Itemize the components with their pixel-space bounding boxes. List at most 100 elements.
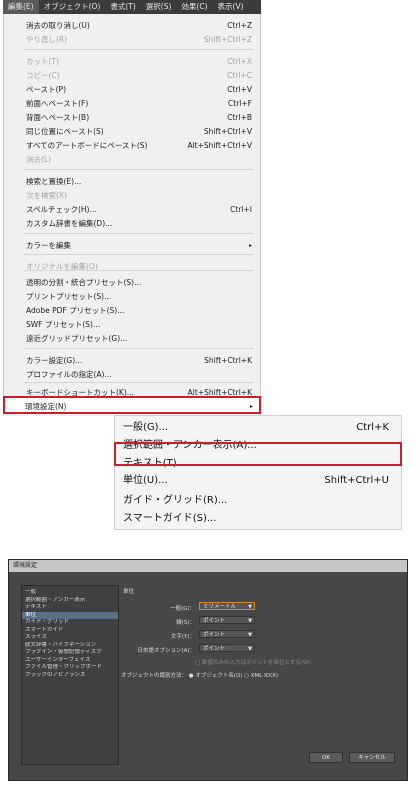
edit-menu-item[interactable]: カラー設定(G)... Shift+Ctrl+K	[26, 354, 252, 367]
stroke-label: 線(S)：	[176, 620, 195, 626]
category-item[interactable]: ファイル管理・クリップボード	[22, 664, 118, 672]
menubar-item[interactable]: 選択(S)	[141, 0, 177, 14]
edit-menu-item[interactable]: スペルチェック(H)... Ctrl+I	[26, 203, 252, 216]
type-unit-select[interactable]: ポイント ▼	[199, 630, 255, 638]
menu-item-label: カット(T)	[26, 57, 59, 66]
menu-item-label: 遠近グリッドプリセット(G)...	[26, 334, 128, 343]
edit-menu-item[interactable]: プリントプリセット(S)...	[26, 290, 252, 303]
edit-menu-item[interactable]: プロファイルの指定(A)...	[26, 368, 252, 381]
menu-separator	[24, 233, 254, 234]
category-item[interactable]: テキスト	[22, 604, 118, 612]
general-unit-select[interactable]: ミリメートル ▼	[199, 602, 255, 610]
menubar-item[interactable]: 編集(E)	[3, 0, 39, 14]
section-title: 単位	[123, 589, 135, 595]
menu-item-label: 環境設定(N)	[25, 402, 67, 411]
edit-menu-item[interactable]: 前面へペースト(F) Ctrl+F	[26, 97, 252, 110]
menu-item-shortcut: Shift+Ctrl+K	[204, 356, 252, 365]
edit-menu-item[interactable]: 同じ位置にペースト(S) Shift+Ctrl+V	[26, 125, 252, 138]
stroke-unit-select[interactable]: ポイント ▼	[199, 616, 255, 624]
radio-icon[interactable]: ○	[244, 673, 249, 679]
chevron-down-icon: ▼	[248, 604, 252, 610]
menu-item-shortcut: Ctrl+C	[227, 71, 252, 80]
menu-separator	[24, 254, 254, 255]
checkbox-label: 数値のみの入力はポイントを単位とする(W)	[201, 660, 311, 666]
cancel-button[interactable]: キャンセル	[349, 752, 395, 763]
menu-separator	[24, 348, 254, 349]
numbers-only-checkbox[interactable]: □ 数値のみの入力はポイントを単位とする(W)	[195, 658, 311, 666]
menu-item-label: プリントプリセット(S)...	[26, 292, 112, 301]
asian-unit-value: ポイント	[203, 646, 226, 652]
submenu-item-label: ガイド・グリッド(R)...	[123, 495, 228, 506]
submenu-item[interactable]: 単位(U)... Shift+Ctrl+U	[123, 472, 389, 489]
radio-selected-icon[interactable]: ●	[189, 673, 194, 679]
edit-menu-item[interactable]: カット(T) Ctrl+X	[26, 55, 252, 68]
dialog-title: 環境設定	[9, 560, 407, 572]
edit-menu-item[interactable]: 消去の取り消し(U) Ctrl+Z	[26, 19, 252, 32]
menu-item-label: やり直し(R)	[26, 35, 68, 44]
asian-unit-select[interactable]: ポイント ▼	[199, 644, 255, 652]
submenu-item[interactable]: 一般(G)... Ctrl+K	[123, 419, 389, 436]
edit-menu-item[interactable]: カラーを編集 ▸	[26, 239, 252, 252]
edit-menu-item[interactable]: 次を検索(X)	[26, 189, 252, 202]
menu-item-label: 同じ位置にペースト(S)	[26, 127, 104, 136]
category-item[interactable]: プラグイン・仮想記憶ディスク	[22, 649, 118, 657]
chevron-down-icon: ▼	[248, 646, 252, 652]
edit-menu-item[interactable]: SWF プリセット(S)...	[26, 318, 252, 331]
menu-item-label: SWF プリセット(S)...	[26, 320, 101, 329]
category-item[interactable]: ブラックのアピアランス	[22, 672, 118, 680]
category-list: 一般 選択範囲・アンカー表示 テキスト 単位 ガイド・グリッド スマートガイド スライス 欧文…	[21, 585, 119, 765]
submenu-item[interactable]: スマートガイド(S)...	[123, 510, 389, 527]
edit-menu-item[interactable]: Adobe PDF プリセット(S)...	[26, 304, 252, 317]
menu-item-shortcut: Shift+Ctrl+V	[203, 127, 252, 136]
category-item[interactable]: ガイド・グリッド	[22, 619, 118, 627]
ok-button[interactable]: OK	[309, 752, 343, 763]
edit-menu-item[interactable]: 透明の分割・統合プリセット(S)...	[26, 276, 252, 289]
menubar-item[interactable]: 表示(V)	[213, 0, 249, 14]
menubar-item[interactable]: 効果(C)	[176, 0, 212, 14]
menu-item-label: 透明の分割・統合プリセット(S)...	[26, 278, 142, 287]
menu-item-label: オリジナルを編集(O)	[26, 262, 98, 271]
category-item[interactable]: 一般	[22, 589, 118, 597]
category-item[interactable]: スライス	[22, 634, 118, 642]
general-label: 一般(G)：	[169, 606, 195, 612]
menu-item-label: すべてのアートボードにペースト(S)	[26, 141, 148, 150]
asian-label: 日本語オプション(A)：	[137, 648, 195, 654]
menubar-item[interactable]: オブジェクト(O)	[39, 0, 106, 14]
edit-menu-item[interactable]: すべてのアートボードにペースト(S) Alt+Shift+Ctrl+V	[26, 139, 252, 152]
menu-item-label: 消去の取り消し(U)	[26, 21, 90, 30]
chevron-right-icon: ▸	[248, 242, 252, 249]
edit-menu-item[interactable]: 検索と置換(E)...	[26, 175, 252, 188]
edit-menu-item[interactable]: コピー(C) Ctrl+C	[26, 69, 252, 82]
menu-item-label: コピー(C)	[26, 71, 60, 80]
menubar-item[interactable]: 書式(T)	[105, 0, 140, 14]
identify-xml-id[interactable]: XML ID(X)	[251, 673, 278, 679]
identify-row: オブジェクトの識別方法： ● オブジェクト名(O) ○ XML ID(X)	[121, 671, 278, 679]
edit-menu-item[interactable]: オリジナルを編集(O)	[26, 260, 252, 273]
submenu-item[interactable]: ガイド・グリッド(R)...	[123, 492, 389, 509]
general-unit-value: ミリメートル	[203, 604, 237, 610]
type-unit-value: ポイント	[203, 632, 226, 638]
category-item[interactable]: 選択範囲・アンカー表示	[22, 597, 118, 605]
edit-menu-item[interactable]: やり直し(R) Shift+Ctrl+Z	[26, 33, 252, 46]
menu-item-label: 検索と置換(E)...	[26, 177, 82, 186]
category-item[interactable]: ユーザーインターフェイス	[22, 657, 118, 665]
menu-item-label: 消去(L)	[26, 155, 52, 164]
category-item[interactable]: 単位	[22, 611, 118, 619]
menu-separator	[24, 169, 254, 170]
menu-item-label: プロファイルの指定(A)...	[26, 370, 112, 379]
category-item[interactable]: スマートガイド	[22, 627, 118, 635]
chevron-down-icon: ▼	[248, 632, 252, 638]
submenu-item-shortcut: Shift+Ctrl+U	[324, 475, 389, 486]
edit-menu-item[interactable]: 背面へペースト(B) Ctrl+B	[26, 111, 252, 124]
identify-object-name[interactable]: オブジェクト名(O)	[195, 673, 242, 679]
type-label: 文字(Y)：	[170, 634, 195, 640]
menu-item-label: 背面へペースト(B)	[26, 113, 90, 122]
edit-menu-item[interactable]: カスタム辞書を編集(D)...	[26, 217, 252, 230]
edit-menu-item[interactable]: 遠近グリッドプリセット(G)...	[26, 332, 252, 345]
menu-separator	[24, 49, 254, 50]
category-item[interactable]: 欧文辞書・ハイフネーション	[22, 642, 118, 650]
edit-menu-item[interactable]: 消去(L)	[26, 153, 252, 166]
submenu-item-label: スマートガイド(S)...	[123, 513, 217, 524]
edit-menu-item[interactable]: 環境設定(N) ▸	[25, 400, 253, 413]
edit-menu-item[interactable]: ペースト(P) Ctrl+V	[26, 83, 252, 96]
